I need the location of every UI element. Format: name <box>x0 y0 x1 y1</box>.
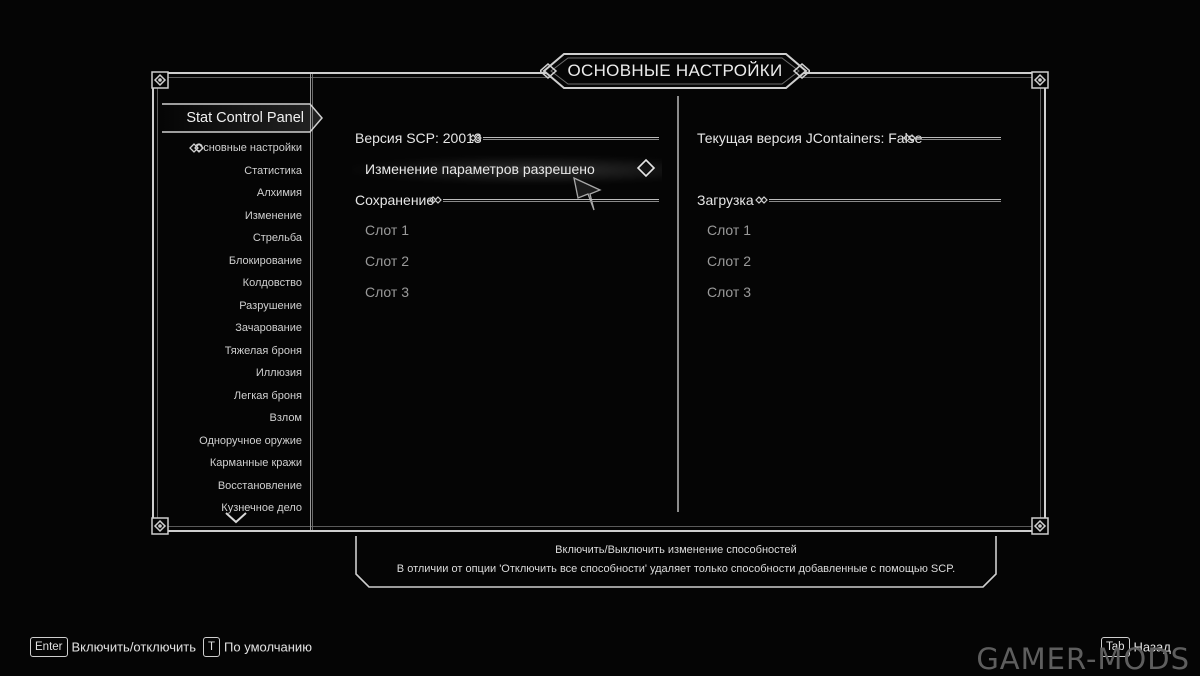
info-description: В отличии от опции 'Отключить все способ… <box>396 563 956 575</box>
sidebar-divider <box>310 74 313 530</box>
header-line <box>769 199 1001 202</box>
header-knot-icon <box>755 196 768 204</box>
sidebar-item-restoration[interactable]: Восстановление <box>162 475 302 498</box>
header-knot-icon <box>903 134 916 142</box>
sidebar-item-stats[interactable]: Статистика <box>162 160 302 183</box>
sidebar-item-archery[interactable]: Стрельба <box>162 227 302 250</box>
header-line <box>917 137 1001 140</box>
chevron-down-icon[interactable] <box>224 511 248 525</box>
corner-knot-icon <box>1029 69 1051 91</box>
enter-key: Enter <box>30 637 68 657</box>
corner-knot-icon <box>1029 515 1051 537</box>
save-slot-2[interactable]: Слот 2 <box>365 251 409 271</box>
save-slot-3[interactable]: Слот 3 <box>365 282 409 302</box>
enter-hint-label: Включить/отключить <box>71 639 196 655</box>
header-knot-icon <box>429 196 442 204</box>
sidebar-item-conjuration[interactable]: Колдовство <box>162 272 302 295</box>
load-slot-1[interactable]: Слот 1 <box>707 220 751 240</box>
selected-mod-label: Stat Control Panel <box>186 110 304 126</box>
header-save: Сохранение <box>355 190 659 210</box>
sidebar-item-pickpocket[interactable]: Карманные кражи <box>162 452 302 475</box>
header-knot-icon <box>469 134 482 142</box>
header-line <box>443 199 659 202</box>
version-header-text: Версия SCP: 20013 <box>355 130 482 146</box>
jcontainers-header-text: Текущая версия JContainers: False <box>697 130 923 146</box>
toggle-checkbox-icon[interactable] <box>636 158 656 178</box>
sidebar-item-light-armor[interactable]: Легкая броня <box>162 385 302 408</box>
info-panel: Включить/Выключить изменение способносте… <box>355 536 997 588</box>
load-slot-3[interactable]: Слот 3 <box>707 282 751 302</box>
header-version: Версия SCP: 20013 <box>355 128 659 148</box>
sidebar-item-enchanting[interactable]: Зачарование <box>162 317 302 340</box>
column-divider <box>677 96 679 512</box>
load-slot-2[interactable]: Слот 2 <box>707 251 751 271</box>
sidebar-item-general[interactable]: Основные настройки <box>162 137 302 160</box>
header-load: Загрузка <box>697 190 1001 210</box>
title-plate: ОСНОВНЫЕ НАСТРОЙКИ <box>540 52 810 90</box>
header-line <box>483 137 659 140</box>
hint-default[interactable]: T По умолчанию <box>203 637 312 657</box>
default-hint-label: По умолчанию <box>224 639 312 655</box>
save-slot-1[interactable]: Слот 1 <box>365 220 409 240</box>
selected-mod-tab[interactable]: Stat Control Panel <box>162 103 324 133</box>
watermark: GAMER-MODS <box>976 642 1190 676</box>
hint-enter[interactable]: Enter Включить/отключить <box>30 637 196 657</box>
sidebar-item-one-handed[interactable]: Одноручное оружие <box>162 430 302 453</box>
sidebar-item-alteration[interactable]: Изменение <box>162 205 302 228</box>
sidebar-item-destruction[interactable]: Разрушение <box>162 295 302 318</box>
sidebar-item-illusion[interactable]: Иллюзия <box>162 362 302 385</box>
sidebar-item-block[interactable]: Блокирование <box>162 250 302 273</box>
t-key: T <box>203 637 221 657</box>
sidebar-list: Основные настройки Статистика Алхимия Из… <box>162 137 302 520</box>
page-title: ОСНОВНЫЕ НАСТРОЙКИ <box>567 61 783 80</box>
sidebar-item-alchemy[interactable]: Алхимия <box>162 182 302 205</box>
header-jcontainers: Текущая версия JContainers: False <box>697 128 1001 148</box>
save-header-text: Сохранение <box>355 192 435 208</box>
corner-knot-icon <box>149 69 171 91</box>
toggle-option-label[interactable]: Изменение параметров разрешено <box>365 159 595 179</box>
load-header-text: Загрузка <box>697 192 754 208</box>
selected-knot-icon <box>189 143 204 153</box>
sidebar-item-heavy-armor[interactable]: Тяжелая броня <box>162 340 302 363</box>
info-title: Включить/Выключить изменение способносте… <box>555 544 797 556</box>
sidebar-item-lockpicking[interactable]: Взлом <box>162 407 302 430</box>
